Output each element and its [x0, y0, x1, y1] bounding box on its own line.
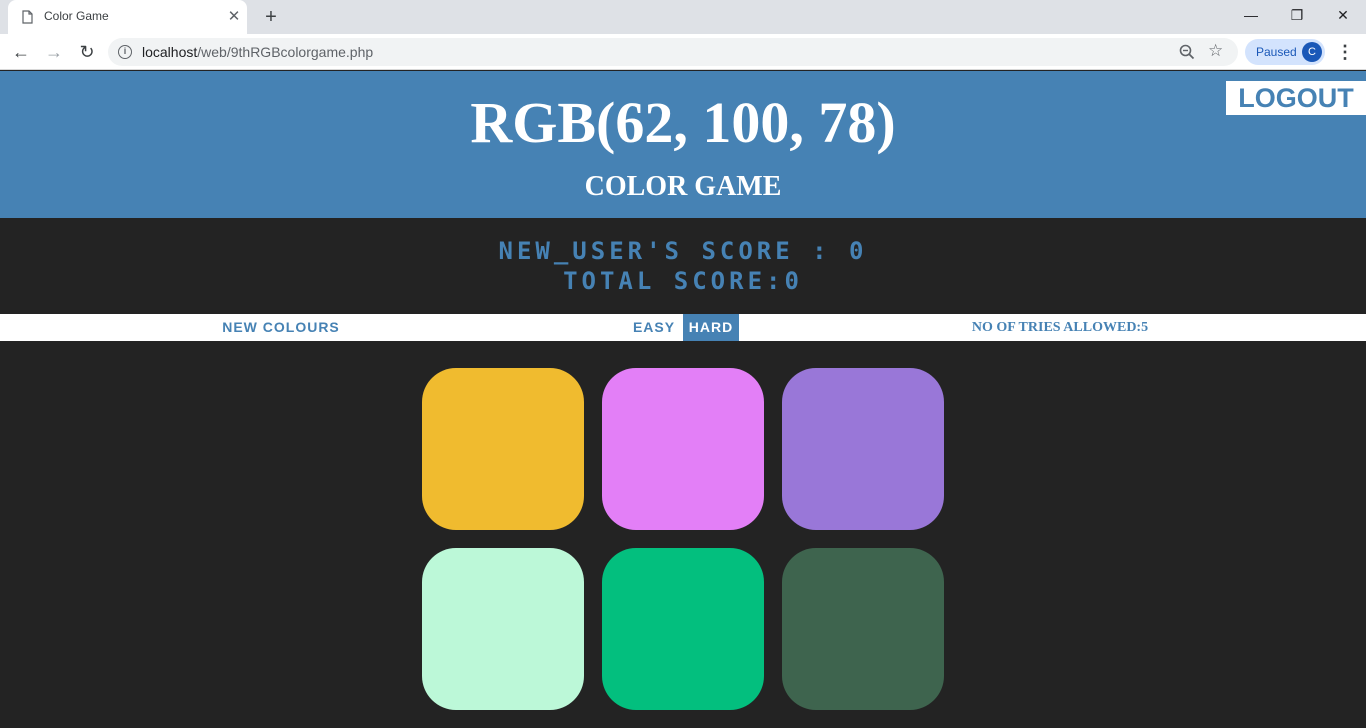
bookmark-star-icon[interactable]: ☆ [1208, 41, 1223, 61]
total-score: TOTAL SCORE:0 [563, 267, 803, 295]
color-game-page: RGB(62, 100, 78) COLOR GAME LOGOUT NEW_U… [0, 71, 1366, 728]
page-icon [22, 10, 33, 24]
easy-mode-button[interactable]: EASY [626, 314, 682, 341]
game-title: COLOR GAME [584, 171, 782, 202]
score-panel: NEW_USER'S SCORE : 0 TOTAL SCORE:0 [0, 218, 1366, 314]
avatar: C [1302, 42, 1322, 62]
profile-status: Paused [1256, 45, 1297, 59]
restore-button[interactable]: ❐ [1274, 0, 1320, 30]
rgb-display: RGB(62, 100, 78) [470, 90, 896, 155]
back-arrow-icon[interactable]: ← [7, 38, 35, 66]
user-score: NEW_USER'S SCORE : 0 [498, 237, 868, 265]
close-window-button[interactable]: ✕ [1320, 0, 1366, 30]
browser-menu-icon[interactable]: ⋮ [1336, 42, 1354, 62]
color-square-5[interactable] [602, 548, 764, 710]
new-tab-button[interactable]: + [260, 6, 282, 28]
minimize-button[interactable]: — [1228, 0, 1274, 30]
tab-close-icon[interactable]: ✕ [226, 9, 242, 25]
forward-arrow-icon[interactable]: → [40, 38, 68, 66]
browser-tab-strip: Color Game ✕ + — ❐ ✕ [0, 0, 1366, 34]
browser-toolbar: ← → ↻ i localhost/web/9thRGBcolorgame.ph… [0, 34, 1366, 70]
tab-title: Color Game [44, 9, 109, 23]
url-path: /web/9thRGBcolorgame.php [197, 44, 374, 60]
new-colours-button[interactable]: NEW COLOURS [215, 314, 347, 341]
hard-mode-button[interactable]: HARD [683, 314, 739, 341]
color-square-1[interactable] [422, 368, 584, 530]
color-square-6[interactable] [782, 548, 944, 710]
reload-icon[interactable]: ↻ [73, 38, 101, 66]
color-square-3[interactable] [782, 368, 944, 530]
address-bar[interactable]: i localhost/web/9thRGBcolorgame.php ☆ [108, 38, 1238, 66]
url-text[interactable]: localhost/web/9thRGBcolorgame.php [142, 44, 373, 60]
tries-allowed: NO OF TRIES ALLOWED:5 [971, 320, 1149, 335]
color-square-2[interactable] [602, 368, 764, 530]
logout-button[interactable]: LOGOUT [1226, 81, 1366, 115]
info-icon[interactable]: i [118, 45, 132, 59]
profile-button[interactable]: Paused C [1245, 39, 1325, 65]
controls-stripe: NEW COLOURS EASY HARD NO OF TRIES ALLOWE… [0, 314, 1366, 341]
game-header: RGB(62, 100, 78) COLOR GAME LOGOUT [0, 71, 1366, 218]
zoom-out-icon[interactable] [1178, 43, 1196, 61]
color-square-4[interactable] [422, 548, 584, 710]
browser-tab[interactable]: Color Game ✕ [8, 0, 247, 34]
url-host: localhost [142, 44, 198, 60]
